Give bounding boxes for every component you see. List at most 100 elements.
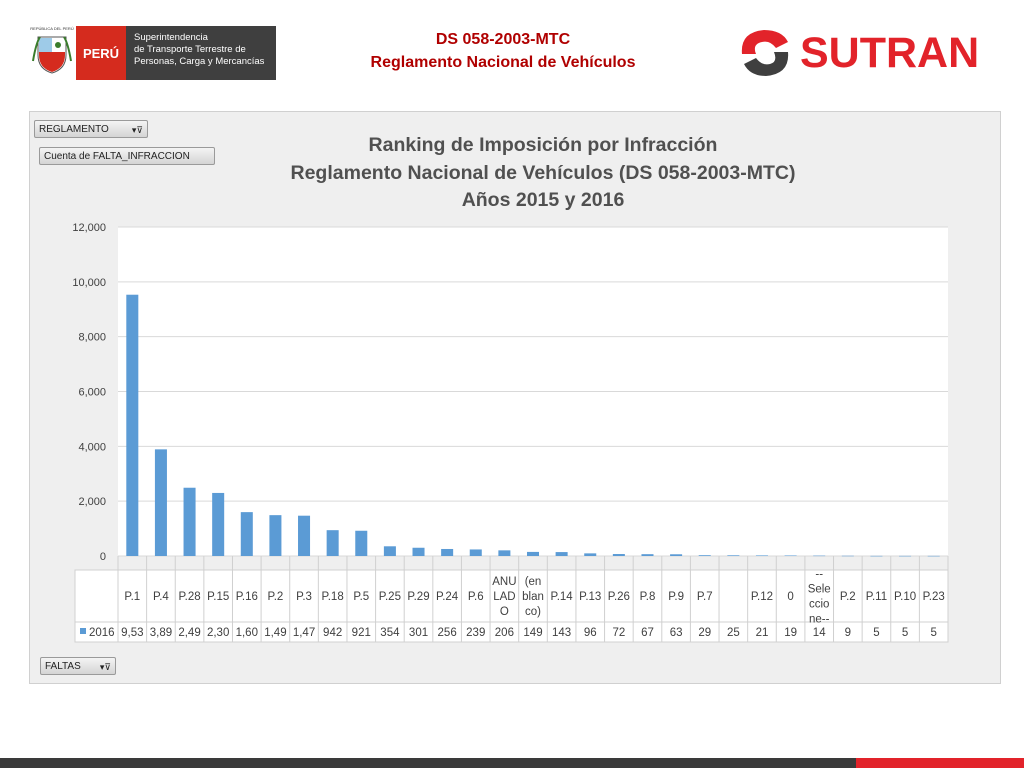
x-tick-label: P.18 (322, 591, 344, 603)
bar (641, 554, 654, 556)
y-tick-label: 8,000 (78, 332, 106, 344)
data-label: 1,49 (264, 627, 286, 639)
data-label: 301 (409, 627, 428, 639)
y-tick-label: 2,000 (78, 496, 106, 508)
x-tick-label: P.23 (923, 591, 945, 603)
bar (870, 555, 883, 557)
bar (383, 546, 396, 556)
data-label: 72 (612, 627, 625, 639)
data-label: 256 (438, 627, 457, 639)
data-label: 63 (670, 627, 683, 639)
data-label: 1,47 (293, 627, 315, 639)
data-label: 21 (756, 627, 769, 639)
x-tick-label: P.16 (236, 591, 258, 603)
data-label: 19 (784, 627, 797, 639)
x-tick-label: P.9 (668, 591, 684, 603)
bar (269, 515, 282, 556)
x-tick-label: P.28 (178, 591, 200, 603)
bar (698, 555, 711, 556)
bar (298, 515, 311, 556)
bar (240, 512, 253, 556)
x-tick-label: P.24 (436, 591, 459, 603)
bar (154, 449, 167, 556)
x-tick-label: P.7 (697, 591, 713, 603)
bar (755, 555, 768, 556)
x-tick-label: ccio (809, 599, 829, 611)
x-tick-label: P.5 (353, 591, 369, 603)
x-tick-label: P.13 (579, 591, 601, 603)
x-tick-label: blan (522, 591, 544, 603)
bar (355, 530, 368, 556)
bar (469, 549, 482, 556)
data-label: 354 (380, 627, 400, 639)
series-name: 2016 (89, 627, 115, 639)
x-tick-label: ne-- (809, 614, 830, 626)
bar (498, 550, 511, 556)
x-tick-label: LAD (493, 591, 515, 603)
data-label: 143 (552, 627, 571, 639)
legend-key (80, 628, 86, 634)
bar (899, 555, 912, 557)
y-tick-label: 0 (100, 551, 106, 563)
data-label: 942 (323, 627, 342, 639)
bar (412, 547, 425, 556)
y-tick-label: 10,000 (72, 277, 106, 289)
data-label: 5 (873, 627, 879, 639)
bar (841, 555, 854, 557)
x-tick-label: P.15 (207, 591, 229, 603)
x-tick-label: co) (525, 606, 541, 618)
data-label: 9,53 (121, 627, 143, 639)
x-tick-label: P.11 (866, 591, 887, 603)
data-label: 9 (845, 627, 851, 639)
footer-accent-bar (856, 758, 1024, 768)
bar (927, 555, 940, 557)
x-tick-label: (en (525, 576, 542, 588)
data-label: 3,89 (150, 627, 172, 639)
x-tick-label: P.4 (153, 591, 169, 603)
bar (326, 530, 339, 556)
y-tick-label: 4,000 (78, 441, 106, 453)
x-tick-label: P.14 (551, 591, 574, 603)
data-label: 5 (930, 627, 936, 639)
data-label: 2,30 (207, 627, 229, 639)
bar (813, 555, 826, 557)
x-tick-label: P.3 (296, 591, 312, 603)
x-tick-label: P.2 (840, 591, 856, 603)
x-tick-label: O (500, 606, 509, 618)
x-tick-label: P.2 (268, 591, 284, 603)
bar (584, 553, 597, 556)
bar (441, 548, 454, 556)
x-tick-label: P.25 (379, 591, 401, 603)
data-label: 2,49 (178, 627, 200, 639)
bar (784, 555, 797, 556)
x-tick-label: P.29 (407, 591, 429, 603)
data-label: 921 (352, 627, 371, 639)
data-label: 206 (495, 627, 514, 639)
bar (555, 552, 568, 556)
bar (212, 492, 225, 556)
data-label: 96 (584, 627, 597, 639)
data-label: 14 (813, 627, 826, 639)
x-tick-label: ANU (492, 576, 516, 588)
x-tick-label: 0 (787, 591, 793, 603)
x-tick-label: P.10 (894, 591, 916, 603)
x-tick-label: Sele (808, 584, 831, 596)
bar (526, 551, 540, 556)
data-label: 5 (902, 627, 908, 639)
bar (727, 555, 740, 556)
x-tick-label: P.8 (640, 591, 656, 603)
bar (670, 554, 683, 556)
data-label: 25 (727, 627, 740, 639)
x-tick-label: P.12 (751, 591, 773, 603)
x-tick-label: P.6 (468, 591, 484, 603)
data-label: 149 (523, 627, 542, 639)
bar (183, 487, 196, 556)
y-tick-label: 12,000 (72, 222, 106, 234)
bar (612, 554, 625, 556)
data-label: 239 (466, 627, 485, 639)
x-tick-label: P.1 (124, 591, 140, 603)
data-label: 67 (641, 627, 654, 639)
bar (126, 294, 139, 556)
x-tick-label: P.26 (608, 591, 630, 603)
x-tick-label: -- (815, 569, 823, 581)
